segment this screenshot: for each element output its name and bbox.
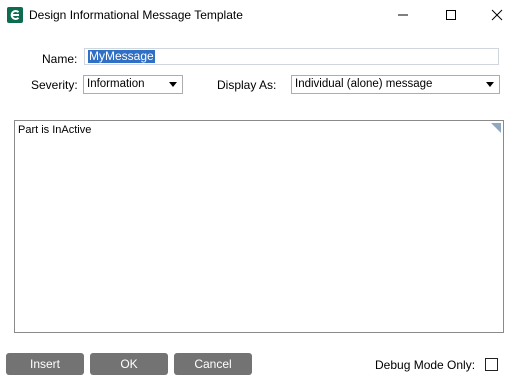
maximize-button[interactable]	[428, 0, 474, 30]
display-as-label: Display As:	[217, 78, 277, 92]
display-as-dropdown[interactable]: Individual (alone) message	[291, 75, 500, 94]
close-button[interactable]	[474, 0, 518, 30]
cancel-button[interactable]: Cancel	[174, 353, 252, 375]
severity-dropdown[interactable]: Information	[83, 75, 183, 94]
minimize-button[interactable]	[380, 0, 426, 30]
corner-fold-icon	[491, 123, 501, 133]
minimize-icon	[398, 14, 408, 16]
title-bar: Design Informational Message Template	[0, 0, 518, 30]
app-logo-icon	[7, 7, 23, 23]
close-icon	[491, 9, 503, 21]
display-as-value: Individual (alone) message	[295, 78, 433, 90]
maximize-icon	[446, 10, 456, 20]
ok-button[interactable]: OK	[90, 353, 168, 375]
debug-mode-checkbox[interactable]	[485, 358, 498, 371]
name-value-selected: MyMessage	[88, 49, 155, 63]
insert-button[interactable]: Insert	[6, 353, 84, 375]
window-title: Design Informational Message Template	[29, 8, 243, 22]
severity-label: Severity:	[31, 78, 78, 92]
chevron-down-icon	[486, 82, 494, 87]
severity-value: Information	[87, 78, 145, 90]
message-text: Part is InActive	[18, 124, 92, 136]
message-text-area[interactable]: Part is InActive	[14, 120, 504, 333]
name-input[interactable]: MyMessage	[84, 48, 499, 65]
name-label: Name:	[42, 52, 78, 66]
debug-mode-label: Debug Mode Only:	[375, 358, 476, 372]
chevron-down-icon	[169, 82, 177, 87]
